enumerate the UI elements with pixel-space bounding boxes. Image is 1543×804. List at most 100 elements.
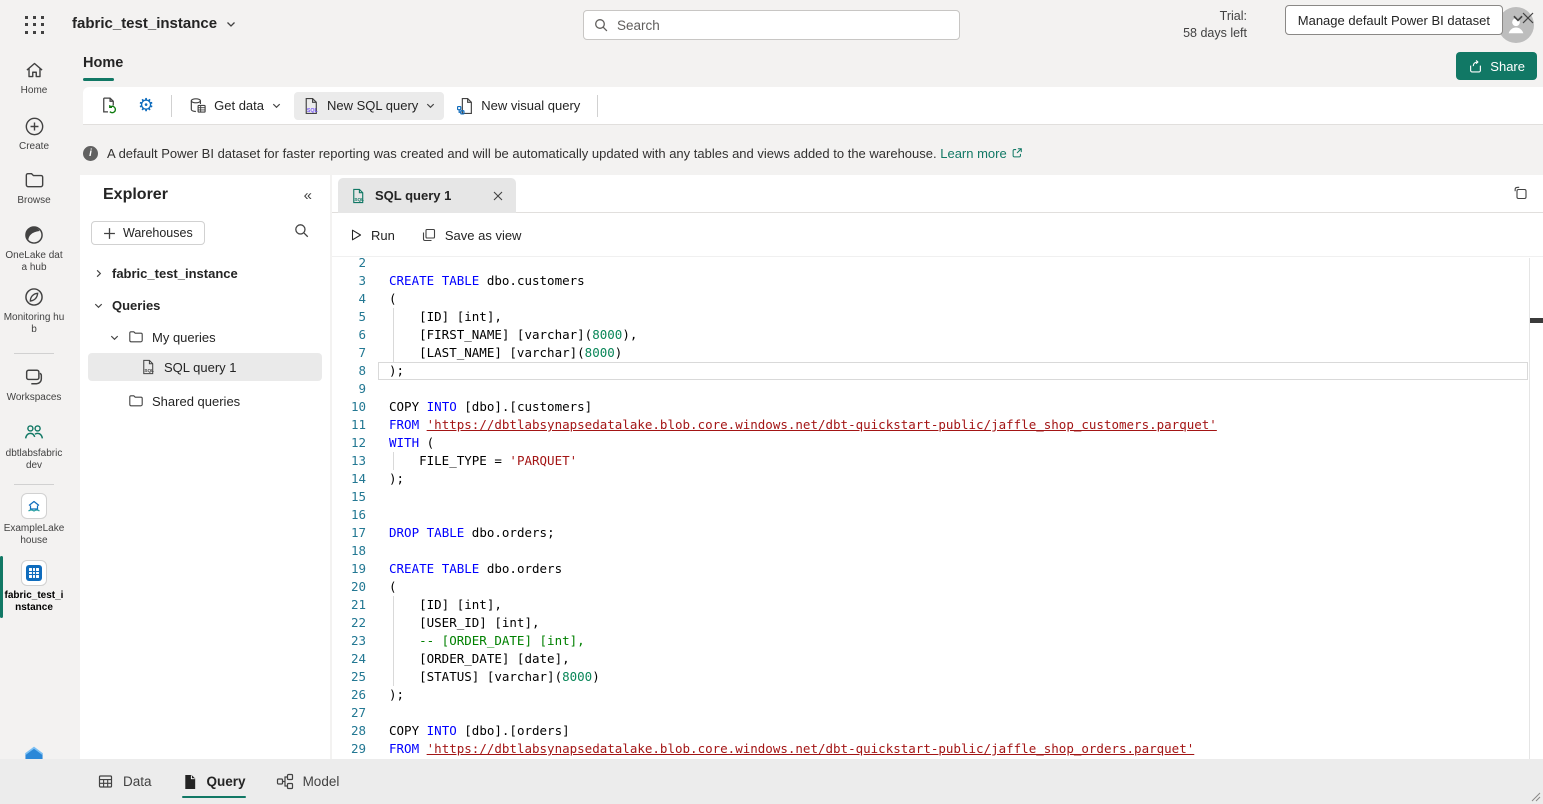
code-line[interactable]: 20( xyxy=(332,578,1543,596)
resize-grip[interactable] xyxy=(1531,792,1541,802)
folder-icon xyxy=(128,393,144,409)
save-as-view-button[interactable]: Save as view xyxy=(421,227,522,243)
tab-home[interactable]: Home xyxy=(83,55,123,71)
code-line[interactable]: 17DROP TABLE dbo.orders; xyxy=(332,524,1543,542)
new-sql-query-button[interactable]: SQL New SQL query xyxy=(294,92,444,120)
code-line[interactable]: 15 xyxy=(332,488,1543,506)
plus-circle-icon xyxy=(24,116,45,137)
settings-button[interactable]: ⚙ xyxy=(130,92,162,120)
sidebar-item-fabric-test-instance[interactable]: fabric_test_instance xyxy=(0,560,68,614)
code-line[interactable]: 18 xyxy=(332,542,1543,560)
code-text: FROM 'https://dbtlabsynapsedatalake.blob… xyxy=(366,416,1217,434)
code-text xyxy=(366,506,389,524)
code-line[interactable]: 19CREATE TABLE dbo.orders xyxy=(332,560,1543,578)
indent-guide xyxy=(393,614,394,632)
line-number: 24 xyxy=(332,650,366,668)
tree-item-my-queries[interactable]: My queries xyxy=(80,323,330,351)
tab-model[interactable]: Model xyxy=(276,759,340,804)
line-number: 7 xyxy=(332,344,366,362)
code-line[interactable]: 22 [USER_ID] [int], xyxy=(332,614,1543,632)
line-number: 16 xyxy=(332,506,366,524)
workspace-switcher[interactable]: fabric_test_instance xyxy=(72,15,237,32)
share-icon xyxy=(1468,59,1483,74)
line-number: 27 xyxy=(332,704,366,722)
tree-item-sql-query-1[interactable]: SQL SQL query 1 xyxy=(88,353,322,381)
line-number: 19 xyxy=(332,560,366,578)
sidebar-item-browse[interactable]: Browse xyxy=(0,170,68,207)
chevron-down-icon xyxy=(92,300,104,311)
code-line[interactable]: 21 [ID] [int], xyxy=(332,596,1543,614)
manage-default-dataset-button[interactable]: Manage default Power BI dataset xyxy=(1285,5,1503,35)
code-line[interactable]: 9 xyxy=(332,380,1543,398)
sidebar-item-examplelakehouse[interactable]: ExampleLakehouse xyxy=(0,493,68,547)
code-text xyxy=(366,380,389,398)
svg-text:SQL: SQL xyxy=(354,197,364,202)
editor-overview-ruler xyxy=(1529,258,1530,759)
code-line[interactable]: 23 -- [ORDER_DATE] [int], xyxy=(332,632,1543,650)
code-line[interactable]: 14); xyxy=(332,470,1543,488)
code-line[interactable]: 25 [STATUS] [varchar](8000) xyxy=(332,668,1543,686)
code-line[interactable]: 13 FILE_TYPE = 'PARQUET' xyxy=(332,452,1543,470)
banner-message: A default Power BI dataset for faster re… xyxy=(107,146,937,161)
svg-text:SQL: SQL xyxy=(144,368,154,373)
code-line[interactable]: 29FROM 'https://dbtlabsynapsedatalake.bl… xyxy=(332,740,1543,758)
refresh-document-button[interactable] xyxy=(91,91,126,120)
tree-item-warehouse-root[interactable]: fabric_test_instance xyxy=(80,259,330,287)
code-text: ); xyxy=(366,362,404,380)
app-launcher-icon[interactable] xyxy=(22,14,46,36)
lakehouse-icon xyxy=(21,493,47,519)
sidebar-item-dbtlabsfabricdev[interactable]: dbtlabsfabricdev xyxy=(0,422,68,472)
code-line[interactable]: 16 xyxy=(332,506,1543,524)
sidebar-item-home[interactable]: Home xyxy=(0,60,68,97)
search-input[interactable]: Search xyxy=(583,10,960,40)
run-button[interactable]: Run xyxy=(349,228,395,243)
code-text: [ID] [int], xyxy=(366,596,502,614)
sidebar-item-create[interactable]: Create xyxy=(0,116,68,153)
code-text: COPY INTO [dbo].[orders] xyxy=(366,722,570,740)
explorer-search-icon[interactable] xyxy=(294,223,310,239)
get-data-button[interactable]: Get data xyxy=(181,92,290,120)
code-line[interactable]: 6 [FIRST_NAME] [varchar](8000), xyxy=(332,326,1543,344)
sidebar-item-workspaces[interactable]: Workspaces xyxy=(0,366,68,404)
code-line[interactable]: 28COPY INTO [dbo].[orders] xyxy=(332,722,1543,740)
save-as-view-icon xyxy=(421,227,437,243)
line-number: 2 xyxy=(332,258,366,272)
workspaces-icon xyxy=(23,366,45,388)
sql-code-editor[interactable]: 23CREATE TABLE dbo.customers4(5 [ID] [in… xyxy=(332,258,1543,759)
copy-icon[interactable] xyxy=(1512,185,1529,202)
code-line[interactable]: 27 xyxy=(332,704,1543,722)
code-line[interactable]: 11FROM 'https://dbtlabsynapsedatalake.bl… xyxy=(332,416,1543,434)
ribbon-toolbar: ⚙ Get data SQL New SQL query New visual … xyxy=(83,87,1543,125)
tree-item-queries[interactable]: Queries xyxy=(80,291,330,319)
code-line[interactable]: 8); xyxy=(332,362,1543,380)
code-text: ); xyxy=(366,470,404,488)
new-visual-query-button[interactable]: New visual query xyxy=(448,92,588,120)
code-line[interactable]: 12WITH ( xyxy=(332,434,1543,452)
tab-query[interactable]: Query xyxy=(182,759,246,804)
code-line[interactable]: 3CREATE TABLE dbo.customers xyxy=(332,272,1543,290)
code-text: ( xyxy=(366,578,397,596)
tree-item-shared-queries[interactable]: Shared queries xyxy=(80,387,330,415)
code-line[interactable]: 24 [ORDER_DATE] [date], xyxy=(332,650,1543,668)
code-line[interactable]: 7 [LAST_NAME] [varchar](8000) xyxy=(332,344,1543,362)
sidebar-item-monitoring-hub[interactable]: Monitoring hub xyxy=(0,286,68,336)
code-text: -- [ORDER_DATE] [int], xyxy=(366,632,585,650)
collapse-panel-icon[interactable]: « xyxy=(304,187,312,204)
tab-data[interactable]: Data xyxy=(97,759,152,804)
code-line[interactable]: 4( xyxy=(332,290,1543,308)
add-warehouses-button[interactable]: Warehouses xyxy=(91,221,205,245)
home-icon xyxy=(24,60,45,81)
scrollbar-marker[interactable] xyxy=(1530,318,1543,323)
code-line[interactable]: 5 [ID] [int], xyxy=(332,308,1543,326)
code-line[interactable]: 2 xyxy=(332,258,1543,272)
line-number: 21 xyxy=(332,596,366,614)
close-tab-icon[interactable] xyxy=(492,190,504,202)
banner-close-icon[interactable] xyxy=(1521,11,1535,25)
tab-sql-query-1[interactable]: SQL SQL query 1 xyxy=(338,178,516,213)
share-button[interactable]: Share xyxy=(1456,52,1537,80)
learn-more-link[interactable]: Learn more xyxy=(940,146,1022,161)
code-line[interactable]: 10COPY INTO [dbo].[customers] xyxy=(332,398,1543,416)
code-text: FROM 'https://dbtlabsynapsedatalake.blob… xyxy=(366,740,1194,758)
code-line[interactable]: 26); xyxy=(332,686,1543,704)
sidebar-item-onelake-data-hub[interactable]: OneLake data hub xyxy=(0,224,68,274)
